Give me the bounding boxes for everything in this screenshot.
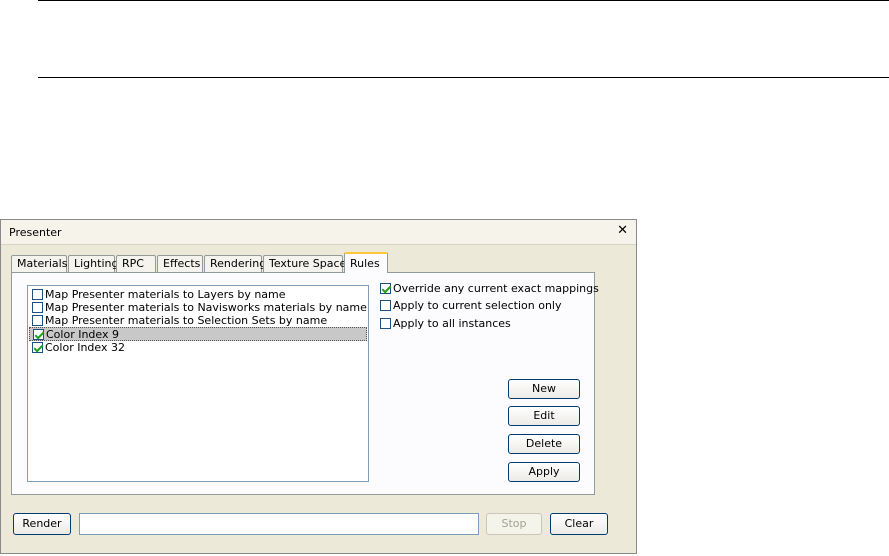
render-button[interactable]: Render: [13, 513, 71, 535]
current-selection-label: Apply to current selection only: [393, 299, 562, 312]
rules-list[interactable]: Map Presenter materials to Layers by nam…: [27, 285, 369, 482]
clear-button[interactable]: Clear: [550, 513, 608, 535]
rule-label: Map Presenter materials to Selection Set…: [45, 314, 328, 327]
rule-label: Color Index 32: [45, 341, 125, 354]
rule-label: Map Presenter materials to Navisworks ma…: [45, 301, 367, 314]
rule-checkbox[interactable]: [32, 315, 43, 326]
tab-lighting[interactable]: Lighting: [68, 255, 118, 272]
rule-checkbox[interactable]: [33, 329, 44, 340]
tab-materials[interactable]: Materials: [11, 255, 67, 272]
rule-label: Color Index 9: [46, 328, 119, 341]
override-mappings-option[interactable]: Override any current exact mappings: [380, 282, 599, 298]
all-instances-checkbox[interactable]: [380, 318, 391, 329]
edit-button[interactable]: Edit: [508, 406, 580, 426]
rule-checkbox[interactable]: [32, 342, 43, 353]
rule-checkbox[interactable]: [32, 289, 43, 300]
all-instances-label: Apply to all instances: [393, 317, 511, 330]
rules-panel: Map Presenter materials to Layers by nam…: [11, 272, 599, 495]
current-selection-option[interactable]: Apply to current selection only: [380, 299, 561, 315]
delete-button[interactable]: Delete: [508, 434, 580, 454]
title-bar[interactable]: Presenter ✕: [1, 220, 636, 245]
divider: [38, 77, 889, 78]
apply-button[interactable]: Apply: [508, 462, 580, 482]
list-item[interactable]: Map Presenter materials to Layers by nam…: [29, 288, 367, 302]
list-item-selected[interactable]: Color Index 9: [29, 327, 367, 341]
rule-label: Map Presenter materials to Layers by nam…: [45, 288, 286, 301]
list-item[interactable]: Map Presenter materials to Selection Set…: [29, 314, 367, 328]
top-divider: [38, 0, 889, 1]
rule-checkbox[interactable]: [32, 302, 43, 313]
list-item[interactable]: Color Index 32: [29, 341, 367, 355]
tab-effects[interactable]: Effects: [157, 255, 203, 272]
new-button[interactable]: New: [508, 379, 580, 399]
stop-button[interactable]: Stop: [486, 513, 542, 535]
list-item[interactable]: Map Presenter materials to Navisworks ma…: [29, 301, 367, 315]
current-selection-checkbox[interactable]: [380, 300, 391, 311]
render-progress-bar: [79, 513, 479, 535]
window-title: Presenter: [9, 226, 62, 239]
tab-rules[interactable]: Rules: [344, 252, 388, 273]
override-checkbox[interactable]: [380, 283, 391, 294]
override-label: Override any current exact mappings: [393, 282, 599, 295]
tab-rendering[interactable]: Rendering: [204, 255, 266, 272]
presenter-window: Presenter ✕ Materials Lighting RPC Effec…: [0, 219, 637, 554]
all-instances-option[interactable]: Apply to all instances: [380, 317, 511, 333]
tab-rpc[interactable]: RPC: [116, 255, 156, 272]
close-icon[interactable]: ✕: [617, 223, 628, 238]
tab-texture-space[interactable]: Texture Space: [263, 255, 346, 272]
